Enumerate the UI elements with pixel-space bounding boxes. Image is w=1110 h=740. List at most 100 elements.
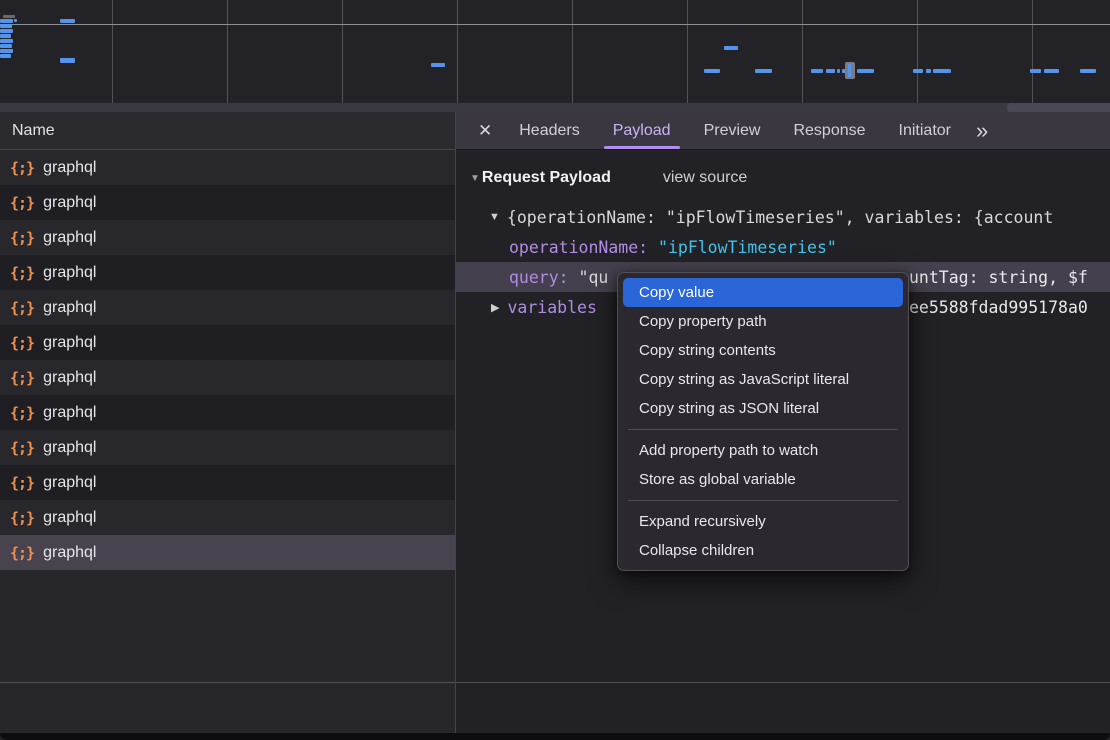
table-row[interactable]: {;} graphql [0,395,455,430]
name-column-label: Name [12,122,55,140]
details-tab-bar: ✕ Headers Payload Preview Response Initiator… [456,112,1110,150]
menu-item-copy-string-as-json-literal[interactable]: Copy string as JSON literal [618,394,908,423]
request-timing-bar [1030,69,1041,73]
table-row[interactable]: {;}graphql [0,220,455,255]
menu-separator [628,500,898,501]
section-collapse-icon[interactable]: ▼ [470,173,480,184]
request-payload-section: ▼ Request Payload view source [456,163,1110,193]
menu-item-add-property-path-to-watch[interactable]: Add property path to watch [618,436,908,465]
request-timing-bar [0,29,13,33]
json-icon: {;} [10,474,34,492]
request-timing-bar [60,19,75,23]
collapse-triangle-icon[interactable]: ▶ [491,301,499,314]
tab-initiator[interactable]: Initiator [890,112,960,149]
expand-triangle-icon[interactable]: ▼ [489,211,500,223]
window-bottom-edge [0,733,1110,740]
request-list: {;} graphql {;} graphql {;} graphql {;} graphql… [0,150,455,570]
menu-item-expand-recursively[interactable]: Expand recursively [618,507,908,536]
request-name: graphql [43,334,96,352]
table-row[interactable]: {;} graphql [0,325,455,360]
table-row[interactable]: {;} graphql [0,185,455,220]
request-name: graphql [43,404,96,422]
variables-value-fragment: ee5588fdad995178a0 [909,292,1088,322]
query-value-fragment: untTag: string, $f [909,262,1088,292]
request-name: graphql [43,159,96,177]
horizontal-divider [0,682,1110,683]
tabs-container: Headers Payload Preview Response Initiator [510,112,960,149]
payload-root-row[interactable]: ▼ {operationName: "ipFlowTimeseries", var… [456,202,1110,232]
request-name: graphql [43,194,96,212]
overview-scroll-thumb[interactable] [1007,103,1110,112]
table-row[interactable]: {;} graphql [0,500,455,535]
request-timing-bar [826,69,835,73]
request-timing-bar [0,19,13,23]
request-timing-bar [0,34,11,38]
request-timing-bar [0,54,11,58]
request-timing-bar [913,69,923,73]
request-timing-bar [926,69,931,73]
json-icon: {;} [10,334,34,352]
menu-item-copy-string-contents[interactable]: Copy string contents [618,336,908,365]
request-name: graphql [43,509,96,527]
overview-gridline [0,24,1110,25]
menu-item-copy-property-path[interactable]: Copy property path [618,307,908,336]
request-name: graphql [43,369,96,387]
json-icon: {;} [10,264,34,282]
json-icon: {;} [10,229,34,247]
menu-item-copy-value[interactable]: Copy value [623,278,903,307]
request-name: graphql [43,299,96,317]
view-source-link[interactable]: view source [663,169,747,187]
request-name: graphql [43,544,96,562]
request-name: graphql [43,264,96,282]
request-timing-bar [1044,69,1059,73]
request-timing-bar [755,69,772,73]
table-row[interactable]: {;} graphql [0,465,455,500]
menu-item-store-as-global-variable[interactable]: Store as global variable [618,465,908,494]
request-timing-bar [0,49,13,53]
context-menu: Copy valueCopy property pathCopy string … [617,272,909,571]
table-row[interactable]: {;} graphql [0,290,455,325]
menu-item-collapse-children[interactable]: Collapse children [618,536,908,565]
json-icon: {;} [10,194,34,212]
overview-bottom-strip [0,103,1110,112]
network-overview-timeline[interactable] [0,0,1110,103]
json-icon: {;} [10,544,34,562]
name-column-header[interactable]: Name [0,112,455,150]
close-icon[interactable]: ✕ [478,121,492,141]
request-timing-bar [0,39,13,43]
property-key: query: [509,268,569,287]
tab-payload[interactable]: Payload [604,112,680,149]
json-icon: {;} [10,299,34,317]
menu-separator [628,429,898,430]
property-value: "ipFlowTimeseries" [658,238,837,257]
tab-preview[interactable]: Preview [695,112,770,149]
tab-response[interactable]: Response [784,112,874,149]
tab-headers[interactable]: Headers [510,112,588,149]
table-row[interactable]: {;}graphql [0,150,455,185]
section-title: Request Payload [482,169,611,187]
request-name: graphql [43,439,96,457]
property-key: operationName: [509,238,648,257]
request-timing-bar [14,19,17,22]
request-timing-bar [1080,69,1096,73]
json-icon: {;} [10,439,34,457]
json-icon: {;} [10,404,34,422]
table-row[interactable]: {;} graphql [0,255,455,290]
json-icon: {;} [10,509,34,527]
request-timing-bar [0,24,12,28]
table-row[interactable]: {;} graphql [0,430,455,465]
table-row[interactable]: {;} graphql [0,535,455,570]
more-tabs-icon[interactable]: » [976,118,986,144]
table-row[interactable]: {;} graphql [0,360,455,395]
request-name: graphql [43,474,96,492]
property-value-start: "qu [579,268,609,287]
overview-hover-marker [845,62,855,79]
overview-hover-bar [848,64,851,77]
panel-splitter[interactable] [455,112,456,733]
menu-item-copy-string-as-javascript-literal[interactable]: Copy string as JavaScript literal [618,365,908,394]
payload-operationname-row[interactable]: operationName: "ipFlowTimeseries" [456,232,1110,262]
request-timing-bar [724,46,738,50]
property-key: variables [507,298,596,317]
payload-root-preview: {operationName: "ipFlowTimeseries", vari… [507,208,1053,227]
json-icon: {;} [10,369,34,387]
